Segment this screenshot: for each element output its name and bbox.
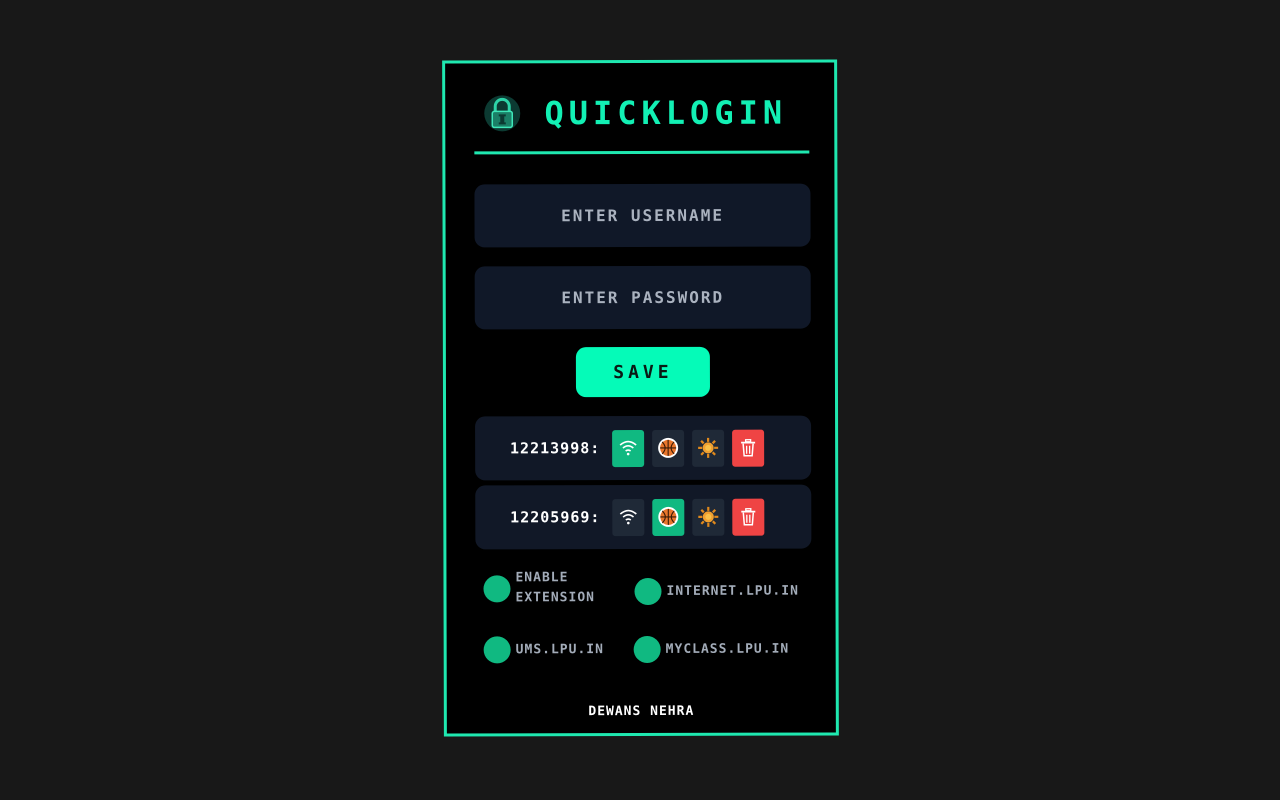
username-input[interactable] — [474, 183, 811, 248]
account-id: 12213998: — [509, 439, 601, 458]
toggle-switch[interactable] — [634, 577, 662, 606]
trash-icon — [741, 439, 756, 457]
ums-login-button[interactable] — [692, 498, 725, 536]
toggle-label: INTERNET.LPU.IN — [666, 583, 799, 599]
toggle-internet-lpu[interactable]: INTERNET.LPU.IN — [634, 577, 799, 606]
delete-account-button[interactable] — [732, 498, 765, 536]
toggle-label: ENABLE EXTENSION — [515, 570, 595, 606]
account-row: 12213998: — [475, 415, 812, 481]
basketball-icon — [658, 437, 679, 458]
wifi-icon — [619, 509, 637, 525]
toggle-label: MYCLASS.LPU.IN — [665, 641, 790, 657]
toggle-label: UMS.LPU.IN — [515, 641, 604, 657]
sun-icon — [698, 437, 719, 458]
quicklogin-panel: QUICKLOGIN SAVE 12213998: — [442, 59, 839, 737]
sun-icon — [698, 506, 719, 527]
toggle-switch[interactable] — [633, 635, 661, 664]
settings-toggles: ENABLE EXTENSION INTERNET.LPU.IN UMS.LPU… — [483, 568, 813, 679]
footer-author: DEWANS NEHRA — [588, 703, 695, 720]
toggle-enable-extension[interactable]: ENABLE EXTENSION — [483, 568, 615, 608]
save-button[interactable]: SAVE — [575, 346, 710, 398]
toggle-switch[interactable] — [483, 636, 511, 664]
account-row: 12205969: — [475, 484, 812, 550]
toggle-myclass-lpu[interactable]: MYCLASS.LPU.IN — [633, 635, 790, 664]
basketball-icon — [658, 506, 679, 527]
wifi-icon — [619, 440, 637, 456]
toggle-ums-lpu[interactable]: UMS.LPU.IN — [483, 636, 604, 664]
toggle-switch[interactable] — [483, 574, 511, 602]
account-id: 12205969: — [510, 508, 601, 527]
header-divider — [474, 150, 810, 155]
ums-login-button[interactable] — [692, 429, 725, 467]
password-input[interactable] — [474, 265, 811, 330]
delete-account-button[interactable] — [732, 429, 765, 467]
internet-login-button[interactable] — [612, 429, 645, 467]
padlock-logo-icon — [484, 95, 521, 132]
trash-icon — [741, 508, 756, 526]
app-title: QUICKLOGIN — [544, 93, 788, 133]
myclass-login-button[interactable] — [652, 429, 685, 467]
myclass-login-button[interactable] — [652, 498, 685, 536]
internet-login-button[interactable] — [612, 498, 645, 536]
header: QUICKLOGIN — [474, 89, 809, 138]
